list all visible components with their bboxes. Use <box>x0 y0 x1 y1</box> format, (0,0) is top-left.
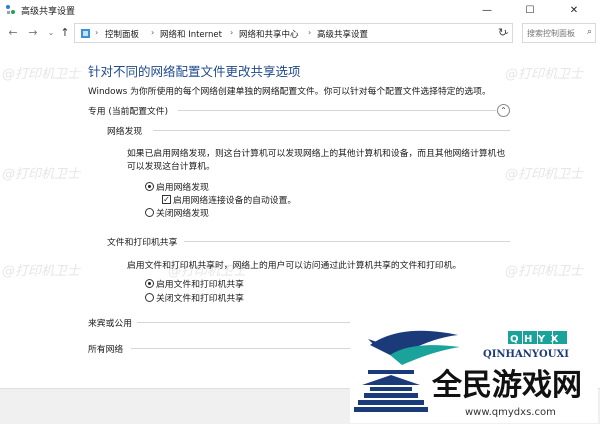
file-sharing-on-radio[interactable] <box>145 279 154 288</box>
svg-text:www.qmydxs.com: www.qmydxs.com <box>465 407 556 418</box>
search-icon[interactable]: ⌕ <box>587 27 592 37</box>
collapse-icon[interactable]: ⌃ <box>497 104 510 117</box>
auto-setup-checkbox[interactable]: ✓ <box>162 195 171 204</box>
divider <box>153 130 510 131</box>
watermark: @打印机卫士 <box>505 167 584 182</box>
close-button[interactable]: ✕ <box>552 0 596 20</box>
file-sharing-off-radio[interactable] <box>145 293 154 302</box>
auto-setup-label[interactable]: 启用网络连接设备的自动设置。 <box>173 193 296 206</box>
back-arrow-icon[interactable]: ← <box>6 26 20 40</box>
control-panel-icon <box>81 29 90 38</box>
maximize-button[interactable]: ☐ <box>508 0 552 20</box>
window-title: 高级共享设置 <box>21 7 76 17</box>
recent-locations-icon[interactable]: ⌄ <box>44 26 58 40</box>
navigation-bar: ← → ⌄ ↑ › 控制面板 › 网络和 Internet › 网络和共享中心 … <box>0 20 600 47</box>
search-input[interactable] <box>527 26 581 40</box>
breadcrumb-network-sharing-center[interactable]: 网络和共享中心 <box>239 28 299 40</box>
profile-all-networks-label[interactable]: 所有网络 <box>88 342 123 355</box>
site-logo-icon: QHYX QINHANYOUXI 全民游戏网 www.qmydxs.com <box>350 325 598 423</box>
profile-private-label[interactable]: 专用 (当前配置文件) <box>88 104 168 117</box>
network-discovery-label: 网络发现 <box>107 127 143 137</box>
file-sharing-on-label[interactable]: 启用文件和打印机共享 <box>156 277 244 290</box>
breadcrumb-control-panel[interactable]: 控制面板 <box>105 28 139 40</box>
title-bar: 高级共享设置 — ☐ ✕ <box>0 0 600 20</box>
page-description: Windows 为你所使用的每个网络创建单独的网络配置文件。你可以针对每个配置文… <box>88 87 491 97</box>
network-discovery-off-label[interactable]: 关闭网络发现 <box>156 206 209 219</box>
watermark: @打印机卫士 <box>505 67 584 82</box>
file-printer-sharing-text: 启用文件和打印机共享时，网络上的用户可以访问通过此计算机共享的文件和打印机。 <box>127 261 462 271</box>
refresh-icon[interactable]: ↻ <box>498 26 507 39</box>
file-printer-sharing-label: 文件和打印机共享 <box>107 238 178 248</box>
breadcrumb-separator: › <box>308 28 312 37</box>
network-discovery-text: 可以发现这台计算机。 <box>127 162 215 172</box>
svg-text:全民游戏网: 全民游戏网 <box>431 368 582 403</box>
up-arrow-icon[interactable]: ↑ <box>58 26 72 40</box>
breadcrumb-separator: › <box>151 28 155 37</box>
watermark: @打印机卫士 <box>2 167 81 182</box>
svg-text:QHYX: QHYX <box>510 334 564 345</box>
breadcrumb-advanced-sharing[interactable]: 高级共享设置 <box>317 28 368 40</box>
network-sharing-icon <box>6 5 15 14</box>
minimize-button[interactable]: — <box>465 0 509 20</box>
profile-guest-label[interactable]: 来宾或公用 <box>88 316 132 329</box>
divider <box>137 322 350 323</box>
network-discovery-off-radio[interactable] <box>145 208 154 217</box>
watermark: @打印机卫士 <box>2 67 81 82</box>
watermark: @打印机卫士 <box>2 264 81 279</box>
watermark: @打印机卫士 <box>505 264 584 279</box>
breadcrumb-separator: › <box>95 28 99 37</box>
network-discovery-on-label[interactable]: 启用网络发现 <box>156 180 209 193</box>
forward-arrow-icon[interactable]: → <box>26 26 40 40</box>
network-discovery-text: 如果已启用网络发现，则这台计算机可以发现网络上的其他计算机和设备，而且其他网络计… <box>127 149 506 159</box>
search-box[interactable]: ⌕ <box>522 23 596 43</box>
svg-text:QINHANYOUXI: QINHANYOUXI <box>483 349 569 360</box>
divider <box>178 110 496 111</box>
address-bar[interactable]: › 控制面板 › 网络和 Internet › 网络和共享中心 › 高级共享设置… <box>74 23 513 43</box>
page-heading: 针对不同的网络配置文件更改共享选项 <box>88 64 301 79</box>
network-discovery-on-radio[interactable] <box>145 182 154 191</box>
breadcrumb-network-internet[interactable]: 网络和 Internet <box>160 28 222 40</box>
divider <box>131 348 350 349</box>
file-sharing-off-label[interactable]: 关闭文件和打印机共享 <box>156 291 244 304</box>
divider <box>184 241 510 242</box>
breadcrumb-separator: › <box>230 28 234 37</box>
